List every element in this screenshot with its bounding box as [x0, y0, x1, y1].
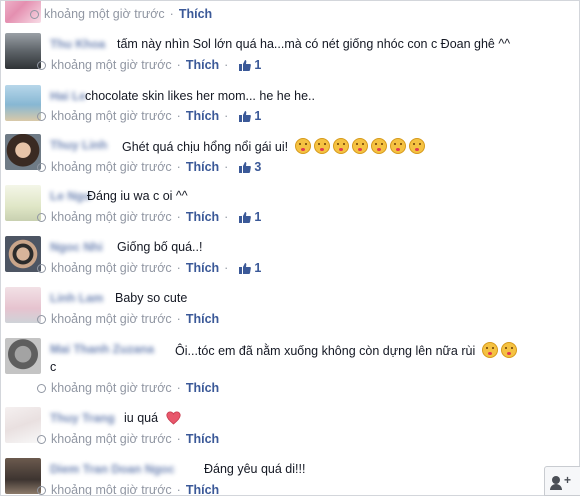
clock-icon	[37, 162, 46, 172]
comment-text: Giống bố quá..!	[117, 240, 203, 254]
commenter-name[interactable]: Le Ngo	[50, 189, 91, 203]
clock-icon	[37, 314, 46, 324]
kiss-emoji-icon	[481, 342, 498, 358]
like-count[interactable]: 1	[239, 58, 261, 72]
timestamp[interactable]: khoảng một giờ trước	[51, 261, 172, 275]
heart-icon	[165, 411, 181, 425]
kiss-emoji-icon	[332, 138, 349, 154]
comment-meta: khoảng một giờ trước · Thích · 1	[37, 108, 261, 124]
kiss-emoji-icon	[313, 138, 330, 154]
like-count[interactable]: 1	[239, 261, 261, 275]
comment-text: Đáng yêu quá di!!!	[204, 462, 306, 476]
comment-text: chocolate skin likes her mom... he he he…	[85, 89, 315, 103]
avatar[interactable]	[5, 407, 41, 443]
thumbs-up-icon	[239, 263, 252, 274]
clock-icon	[37, 485, 46, 495]
timestamp[interactable]: khoảng một giờ trước	[51, 381, 172, 395]
clock-icon	[37, 383, 46, 393]
avatar[interactable]	[5, 287, 41, 323]
kiss-emoji-icon	[351, 138, 368, 154]
plus-icon: +	[564, 473, 572, 487]
kiss-emoji-icon	[294, 138, 311, 154]
commenter-name[interactable]: Ngoc Nhi	[50, 240, 103, 254]
commenter-name[interactable]: Thuy Trang	[50, 411, 115, 425]
comment-text: Đáng iu wa c oi ^^	[87, 189, 188, 203]
timestamp[interactable]: khoảng một giờ trước	[51, 483, 172, 495]
like-count[interactable]: 1	[239, 109, 261, 123]
commenter-name[interactable]: Thu Khoa	[50, 37, 105, 51]
comment-text: Ghét quá chịu hổng nổi gái ui!	[122, 138, 425, 154]
comment-meta: khoảng một giờ trước · Thích · 1	[37, 57, 261, 73]
like-button[interactable]: Thích	[186, 381, 219, 395]
kiss-emoji-icon	[500, 342, 517, 358]
commenter-name[interactable]: Thuy Linh	[50, 138, 107, 152]
timestamp[interactable]: khoảng một giờ trước	[51, 109, 172, 123]
kiss-emoji-icon	[389, 138, 406, 154]
timestamp[interactable]: khoảng một giờ trước	[51, 210, 172, 224]
avatar[interactable]	[5, 134, 41, 170]
commenter-name[interactable]: Hai Le	[50, 89, 86, 103]
commenter-name[interactable]: Linh Lam	[50, 291, 103, 305]
emoji-group	[292, 138, 425, 154]
person-icon	[552, 476, 560, 484]
clock-icon	[37, 111, 46, 121]
comment-meta: khoảng một giờ trước · Thích	[30, 6, 212, 22]
like-button[interactable]: Thích	[186, 261, 219, 275]
comment-meta: khoảng một giờ trước · Thích · 1	[37, 209, 261, 225]
comment-meta: khoảng một giờ trước · Thích	[37, 482, 219, 495]
avatar[interactable]	[5, 185, 41, 221]
comment-text: Baby so cute	[115, 291, 188, 305]
comment-meta: khoảng một giờ trước · Thích · 1	[37, 260, 261, 276]
like-count[interactable]: 1	[239, 210, 261, 224]
timestamp[interactable]: khoảng một giờ trước	[51, 58, 172, 72]
timestamp[interactable]: khoảng một giờ trước	[51, 312, 172, 326]
avatar[interactable]	[5, 33, 41, 69]
comment-text: iu quá	[124, 411, 181, 425]
like-button[interactable]: Thích	[186, 58, 219, 72]
thumbs-up-icon	[239, 162, 252, 173]
like-count[interactable]: 3	[239, 160, 261, 174]
commenter-name[interactable]: Diem Tran Doan Ngoc	[50, 462, 175, 476]
like-button[interactable]: Thích	[179, 7, 212, 21]
comment-meta: khoảng một giờ trước · Thích	[37, 380, 219, 396]
avatar[interactable]	[5, 458, 41, 494]
kiss-emoji-icon	[370, 138, 387, 154]
timestamp[interactable]: khoảng một giờ trước	[51, 432, 172, 446]
chat-sidebar-button[interactable]: +	[544, 466, 580, 496]
thumbs-up-icon	[239, 212, 252, 223]
like-button[interactable]: Thích	[186, 312, 219, 326]
clock-icon	[37, 263, 46, 273]
comment-meta: khoảng một giờ trước · Thích · 3	[37, 159, 261, 175]
like-button[interactable]: Thích	[186, 210, 219, 224]
clock-icon	[37, 434, 46, 444]
comments-panel: khoảng một giờ trước · Thích Thu Khoa tấ…	[0, 0, 580, 496]
timestamp[interactable]: khoảng một giờ trước	[51, 160, 172, 174]
thumbs-up-icon	[239, 60, 252, 71]
commenter-name[interactable]: Mai Thanh Zuzana	[50, 342, 154, 356]
comment-text: Ôi...tóc em đã nằm xuống không còn dựng …	[175, 342, 517, 358]
clock-icon	[37, 212, 46, 222]
like-button[interactable]: Thích	[186, 483, 219, 495]
like-button[interactable]: Thích	[186, 160, 219, 174]
avatar[interactable]	[5, 85, 41, 121]
clock-icon	[30, 9, 39, 19]
comment-meta: khoảng một giờ trước · Thích	[37, 311, 219, 327]
avatar[interactable]	[5, 338, 41, 374]
clock-icon	[37, 60, 46, 70]
avatar[interactable]	[5, 236, 41, 272]
thumbs-up-icon	[239, 111, 252, 122]
like-button[interactable]: Thích	[186, 432, 219, 446]
comment-text-continued: c	[50, 360, 57, 374]
like-button[interactable]: Thích	[186, 109, 219, 123]
comment-meta: khoảng một giờ trước · Thích	[37, 431, 219, 447]
kiss-emoji-icon	[408, 138, 425, 154]
comment-text: tấm này nhìn Sol lớn quá ha...mà có nét …	[117, 37, 511, 51]
timestamp[interactable]: khoảng một giờ trước	[44, 7, 165, 21]
